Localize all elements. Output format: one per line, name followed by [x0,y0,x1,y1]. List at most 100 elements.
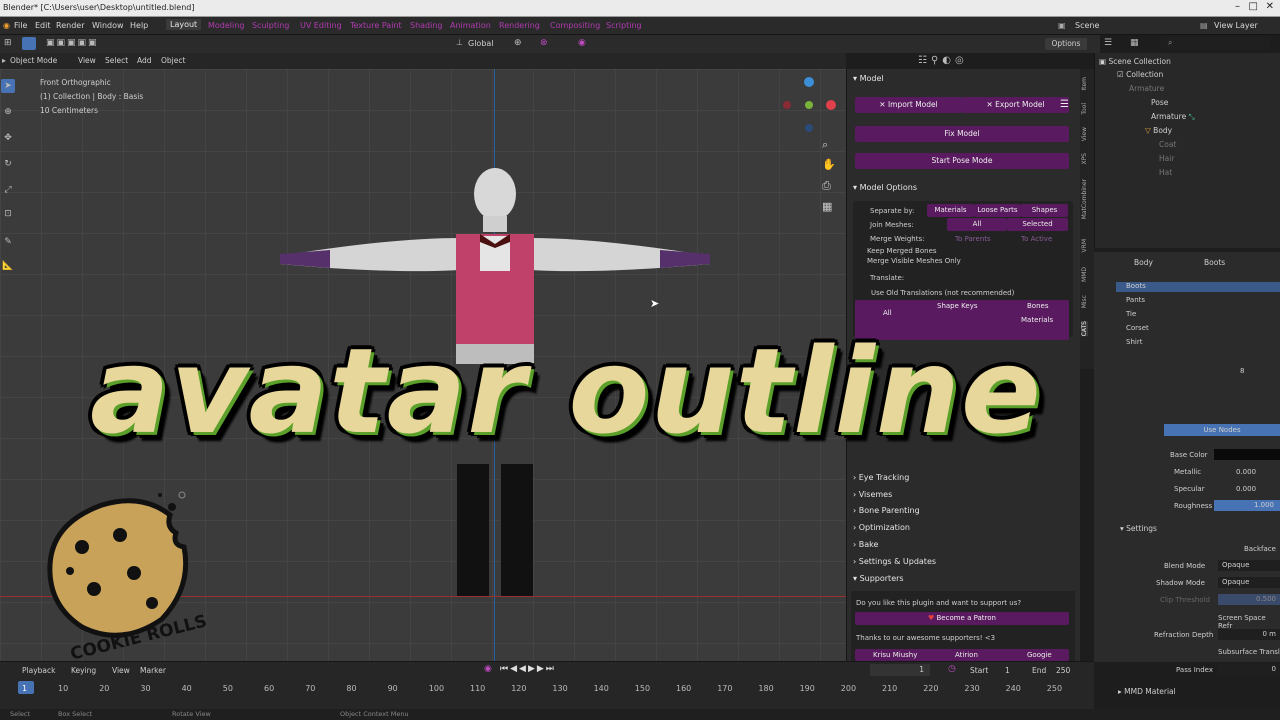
tab-shading[interactable]: Shading [410,21,443,30]
roughness-field[interactable]: 1.000 [1214,500,1280,511]
tab-xps[interactable]: XPS [1081,153,1088,165]
transform-orientation[interactable]: Global [468,39,494,48]
metallic-field[interactable]: 0.000 [1236,468,1256,476]
to-parents-button[interactable]: To Parents [955,235,991,243]
separate-shapes-button[interactable]: Shapes [1021,204,1068,217]
shadow-mode-select[interactable]: Opaque [1218,577,1280,588]
select-mode-icon[interactable] [22,37,36,50]
keep-merged-bones-checkbox[interactable]: Keep Merged Bones [867,247,937,255]
bake-section[interactable]: › Bake [853,540,878,549]
bone-parenting-section[interactable]: › Bone Parenting [853,506,920,515]
become-patron-button[interactable]: ♥ Become a Patron [855,612,1069,625]
measure-tool-icon[interactable]: 📐 [1,259,15,273]
translate-bones-button[interactable]: Bones [1027,302,1048,310]
zoom-icon[interactable]: ⌕ [822,138,828,152]
refraction-depth-field[interactable]: 0 m [1218,629,1280,640]
snap-icon[interactable]: ⊗ [540,38,548,48]
outliner-row[interactable]: Coat [1159,140,1176,149]
menu-render[interactable]: Render [56,21,84,30]
menu-view[interactable]: View [78,56,96,65]
cursor-tool-icon[interactable]: ⊕ [1,105,15,119]
tab-texture-paint[interactable]: Texture Paint [350,21,402,30]
material-slot[interactable]: Boots [1126,282,1146,290]
tab-scripting[interactable]: Scripting [606,21,642,30]
tab-vrm[interactable]: VRM [1081,239,1088,252]
tab-layout[interactable]: Layout [166,19,202,30]
import-model-button[interactable]: ✕ Import Model [855,97,962,113]
settings-updates-section[interactable]: › Settings & Updates [853,557,936,566]
view-layer-selector[interactable]: View Layer [1214,21,1258,30]
start-frame-field[interactable]: 1 [1005,666,1010,675]
supporter-name[interactable]: Atirion [955,651,978,659]
menu-file[interactable]: File [14,21,27,30]
menu-edit[interactable]: Edit [35,21,51,30]
tab-matcombiner[interactable]: MatCombiner [1081,179,1088,219]
proportional-edit-icon[interactable]: ◉ [578,38,586,48]
menu-add[interactable]: Add [137,56,152,65]
merge-visible-checkbox[interactable]: Merge Visible Meshes Only [867,257,961,265]
tab-uv-editing[interactable]: UV Editing [300,21,342,30]
tab-compositing[interactable]: Compositing [550,21,600,30]
camera-icon[interactable]: ⎙ [822,179,831,193]
outliner-search-input[interactable] [1160,37,1270,50]
optimization-section[interactable]: › Optimization [853,523,910,532]
transform-tool-icon[interactable]: ⊡ [1,207,15,221]
menu-help[interactable]: Help [130,21,148,30]
join-selected-button[interactable]: Selected [1007,218,1068,231]
fix-model-button[interactable]: Fix Model [855,126,1069,142]
export-model-button[interactable]: ✕ Export Model [962,97,1069,113]
marker-menu[interactable]: Marker [140,666,166,675]
supporters-section[interactable]: ▾ Supporters [853,574,904,583]
outliner-filter-icon[interactable]: ▦ [1130,38,1139,48]
visemes-section[interactable]: › Visemes [853,490,892,499]
menu-window[interactable]: Window [92,21,124,30]
translate-shape-keys-button[interactable]: Shape Keys [937,302,977,310]
scene-collection-row[interactable]: ▣ Scene Collection [1099,57,1171,66]
viewport-shading-icons[interactable]: ☷⚲◐◎ [918,55,968,66]
outliner-row[interactable]: Armature [1129,84,1164,93]
model-options-title[interactable]: ▾ Model Options [853,183,917,192]
view-menu[interactable]: View [112,666,130,675]
tab-tool[interactable]: Tool [1081,103,1088,115]
separate-loose-parts-button[interactable]: Loose Parts [974,204,1021,217]
close-icon[interactable]: ✕ [1266,1,1274,12]
material-slot[interactable]: Tie [1126,310,1136,318]
keying-menu[interactable]: Keying [71,666,96,675]
outliner-row[interactable]: Hair [1159,154,1174,163]
tab-view[interactable]: View [1081,127,1088,141]
tab-animation[interactable]: Animation [450,21,491,30]
pivot-icon[interactable]: ⊕ [514,38,522,48]
maximize-icon[interactable]: □ [1249,1,1258,12]
select-tool-icon[interactable]: ➤ [1,79,15,93]
model-panel-title[interactable]: ▾ Model [853,74,884,83]
material-slot[interactable]: Pants [1126,296,1145,304]
menu-select[interactable]: Select [105,56,128,65]
blend-mode-select[interactable]: Opaque [1218,560,1280,571]
hand-pan-icon[interactable]: ✋ [822,158,836,171]
supporter-name[interactable]: Googie [1027,651,1052,659]
outliner-row[interactable]: Armature ⤡ [1151,112,1195,122]
join-all-button[interactable]: All [947,218,1007,231]
translate-all-button[interactable]: All [883,309,892,317]
playback-menu[interactable]: Playback [22,666,55,675]
to-active-button[interactable]: To Active [1021,235,1052,243]
clip-threshold-field[interactable]: 0.500 [1218,594,1280,605]
screen-space-refraction-checkbox[interactable]: Screen Space Refr [1218,614,1280,630]
specular-field[interactable]: 0.000 [1236,485,1256,493]
scale-tool-icon[interactable]: ⤢ [1,183,15,197]
mmd-material-panel[interactable]: ▸ MMD Material [1118,687,1176,696]
start-pose-mode-button[interactable]: Start Pose Mode [855,153,1069,169]
select-box-icons[interactable]: ▣▣▣▣▣ [46,38,99,48]
outliner-row[interactable]: Hat [1159,168,1172,177]
options-dropdown[interactable]: Options [1045,38,1087,50]
outliner-row[interactable]: ▽ Body [1145,126,1172,135]
subsurface-translucency-checkbox[interactable]: Subsurface Transl [1218,648,1280,656]
blender-logo-icon[interactable]: ◉ [3,21,10,30]
outliner-row[interactable]: Pose [1151,98,1168,107]
tab-mmd[interactable]: MMD [1081,267,1088,282]
tab-item[interactable]: Item [1081,77,1088,91]
separate-materials-button[interactable]: Materials [927,204,974,217]
backface-checkbox[interactable]: Backface [1244,545,1276,553]
menu-icon[interactable]: ☰ [1060,99,1069,110]
annotate-tool-icon[interactable]: ✎ [1,235,15,249]
